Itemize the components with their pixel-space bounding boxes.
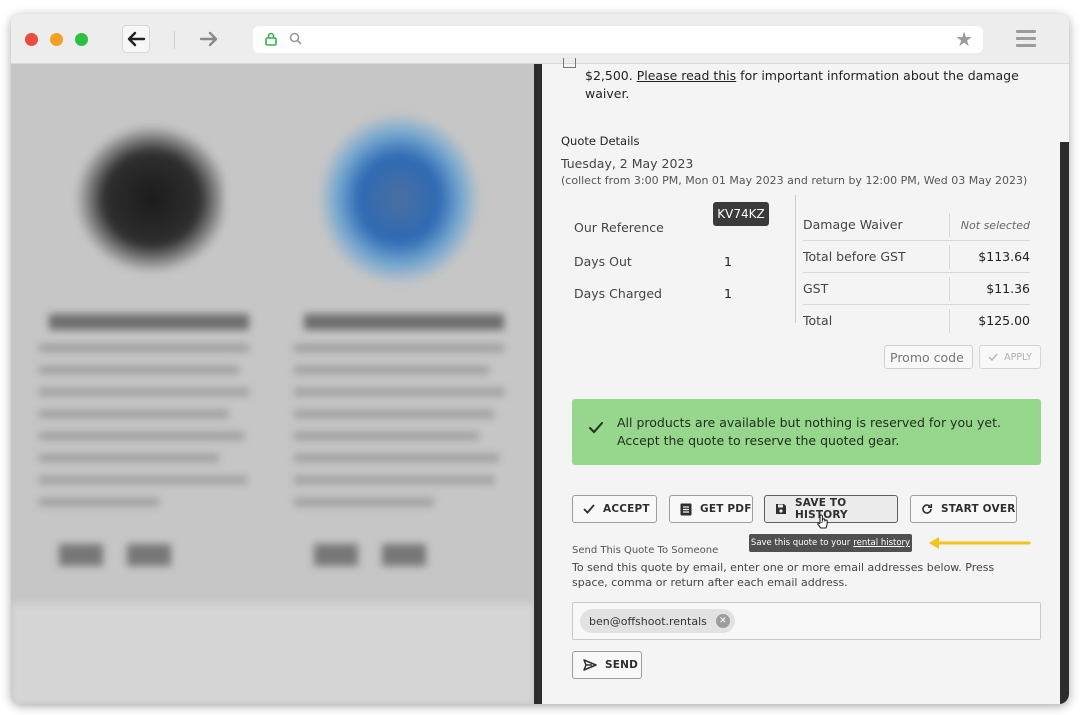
- browser-window: ★ $2,500. Please read this for important…: [11, 14, 1069, 704]
- summary-value: $113.64: [978, 249, 1030, 264]
- get-pdf-label: GET PDF: [700, 503, 752, 515]
- send-button[interactable]: SEND: [572, 651, 642, 679]
- days-out-label: Days Out: [574, 254, 632, 269]
- nav-separator: [174, 31, 175, 49]
- search-icon: [289, 32, 302, 45]
- days-out-value: 1: [724, 254, 732, 269]
- forward-button[interactable]: [195, 25, 223, 53]
- panel-divider: [534, 64, 542, 704]
- get-pdf-button[interactable]: GET PDF: [669, 495, 753, 523]
- quote-details-title: Quote Details: [561, 134, 640, 148]
- summary-label: Total before GST: [803, 249, 906, 264]
- check-icon: [988, 353, 998, 361]
- quote-collect-info: (collect from 3:00 PM, Mon 01 May 2023 a…: [561, 174, 1028, 187]
- summary-row-total: Total $125.00: [803, 305, 1030, 337]
- availability-alert: All products are available but nothing i…: [572, 399, 1041, 465]
- quote-panel: $2,500. Please read this for important i…: [542, 58, 1060, 704]
- summary-separator: [795, 195, 796, 323]
- browser-toolbar: ★: [11, 14, 1069, 64]
- damage-waiver-checkbox[interactable]: [563, 58, 576, 68]
- send-label: SEND: [605, 659, 639, 671]
- address-bar[interactable]: ★: [253, 26, 983, 53]
- forward-arrow-icon: [199, 31, 218, 47]
- accept-button[interactable]: ACCEPT: [572, 495, 657, 523]
- summary-value: $125.00: [978, 313, 1030, 328]
- send-icon: [583, 659, 597, 671]
- alert-line-2: Accept the quote to reserve the quoted g…: [617, 433, 900, 448]
- minimize-window-button[interactable]: [50, 33, 63, 46]
- hamburger-menu-icon[interactable]: [1016, 30, 1036, 51]
- check-icon: [583, 504, 595, 514]
- days-charged-value: 1: [724, 286, 732, 301]
- waiver-text-prefix: $2,500.: [585, 68, 633, 83]
- lock-icon: [265, 32, 277, 46]
- url-input[interactable]: [311, 30, 911, 49]
- summary-row-total-before-gst: Total before GST $113.64: [803, 241, 1030, 273]
- scrollbar[interactable]: [1060, 142, 1069, 704]
- check-icon: [589, 422, 603, 434]
- blurred-background: [11, 64, 534, 704]
- email-chip: ben@offshoot.rentals ✕: [580, 609, 735, 633]
- email-chip-text: ben@offshoot.rentals: [589, 614, 707, 628]
- promo-code-input[interactable]: [884, 345, 973, 369]
- start-over-label: START OVER: [941, 503, 1016, 515]
- apply-label: APPLY: [1004, 351, 1032, 363]
- quote-date: Tuesday, 2 May 2023: [561, 156, 694, 171]
- back-button[interactable]: [122, 25, 150, 53]
- rental-history-link[interactable]: rental history: [853, 538, 910, 548]
- summary-label: Damage Waiver: [803, 217, 903, 232]
- save-history-tooltip: Save this quote to your rental history: [749, 534, 912, 552]
- floppy-disk-icon: [776, 504, 786, 514]
- summary-value: $11.36: [986, 281, 1030, 296]
- summary-label: Total: [803, 313, 833, 328]
- star-icon[interactable]: ★: [955, 29, 973, 49]
- summary-row-gst: GST $11.36: [803, 273, 1030, 305]
- damage-waiver-text: $2,500. Please read this for important i…: [585, 67, 1025, 103]
- send-quote-title: Send This Quote To Someone: [572, 545, 719, 556]
- summary-value: Not selected: [960, 219, 1030, 232]
- reference-badge: KV74KZ: [713, 202, 769, 226]
- refresh-icon: [922, 504, 933, 514]
- save-to-history-button[interactable]: SAVE TO HISTORY: [764, 495, 898, 523]
- send-quote-description: To send this quote by email, enter one o…: [572, 561, 995, 589]
- summary-row-damage-waiver: Damage Waiver Not selected: [803, 209, 1030, 241]
- days-charged-label: Days Charged: [574, 286, 662, 301]
- alert-line-1: All products are available but nothing i…: [617, 415, 1001, 430]
- cursor-hand-icon: [817, 514, 828, 529]
- email-recipients-field[interactable]: ben@offshoot.rentals ✕: [572, 602, 1041, 640]
- close-icon[interactable]: ✕: [715, 614, 730, 628]
- tooltip-text: Save this quote to your: [750, 538, 851, 548]
- waiver-info-link[interactable]: Please read this: [637, 68, 736, 83]
- accept-label: ACCEPT: [603, 503, 650, 515]
- maximize-window-button[interactable]: [75, 33, 88, 46]
- reference-label: Our Reference: [574, 220, 664, 235]
- summary-label: GST: [803, 281, 829, 296]
- annotation-arrow-icon: [929, 537, 1031, 549]
- close-window-button[interactable]: [25, 33, 38, 46]
- save-to-history-label: SAVE TO HISTORY: [795, 497, 848, 521]
- back-arrow-icon: [127, 31, 146, 47]
- start-over-button[interactable]: START OVER: [910, 495, 1017, 523]
- apply-promo-button[interactable]: APPLY: [979, 345, 1041, 369]
- document-icon: [680, 503, 692, 515]
